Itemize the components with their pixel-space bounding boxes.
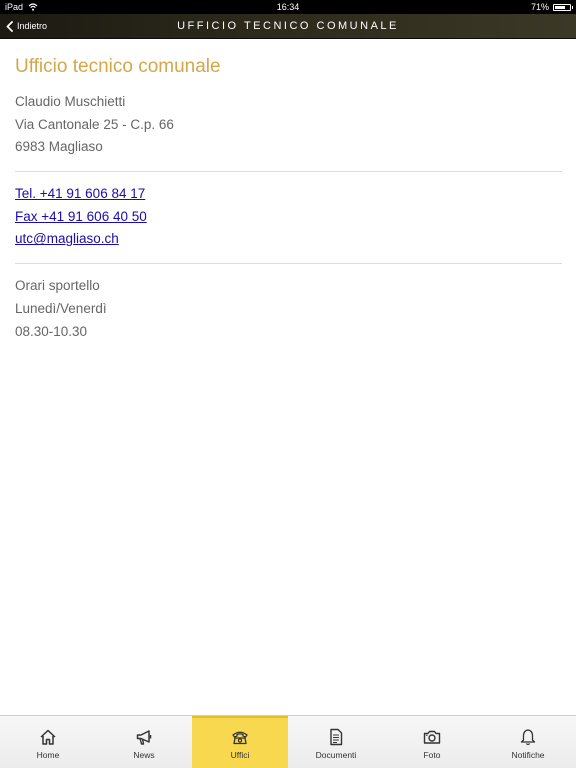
- hours-days: Lunedì/Venerdì: [15, 300, 107, 316]
- tab-label: Documenti: [315, 750, 357, 760]
- address-section: Claudio Muschietti Via Cantonale 25 - C.…: [15, 91, 562, 159]
- tab-home[interactable]: Home: [0, 716, 96, 768]
- contacts-section: Tel. +41 91 606 84 17 Fax +41 91 606 40 …: [15, 183, 562, 251]
- status-time: 16:34: [276, 2, 300, 12]
- battery-fill: [555, 5, 565, 9]
- navigation-bar: Indietro UFFICIO TECNICO COMUNALE: [0, 14, 576, 39]
- tab-foto[interactable]: Foto: [384, 716, 480, 768]
- tab-label: Notifiche: [511, 750, 545, 760]
- email-link[interactable]: utc@magliaso.ch: [15, 231, 119, 246]
- office-title: Ufficio tecnico comunale: [15, 56, 221, 77]
- tab-uffici[interactable]: Uffici: [192, 716, 288, 768]
- divider: [15, 171, 562, 173]
- battery-percent: 71%: [530, 2, 549, 12]
- tab-bar: Home News Uffici Documenti Foto Notifich…: [0, 715, 576, 768]
- megaphone-icon: [134, 727, 154, 747]
- tab-label: News: [133, 750, 155, 760]
- document-icon: [326, 727, 346, 747]
- divider: [15, 263, 562, 265]
- telephone-icon: [230, 727, 250, 747]
- postal-city: 6983 Magliaso: [15, 139, 103, 155]
- tab-news[interactable]: News: [96, 716, 192, 768]
- street-address: Via Cantonale 25 - C.p. 66: [15, 116, 174, 132]
- hours-heading: Orari sportello: [15, 278, 100, 294]
- fax-link[interactable]: Fax +41 91 606 40 50: [15, 209, 147, 224]
- bell-icon: [518, 727, 538, 747]
- battery-icon: [553, 3, 573, 11]
- office-details: Ufficio tecnico comunale Claudio Muschie…: [15, 38, 562, 343]
- status-right: 71%: [530, 0, 573, 14]
- tab-notifiche[interactable]: Notifiche: [480, 716, 576, 768]
- hours-time: 08.30-10.30: [15, 323, 88, 339]
- contact-person: Claudio Muschietti: [15, 94, 126, 109]
- tab-label: Uffici: [230, 750, 250, 760]
- page-title-bar: UFFICIO TECNICO COMUNALE: [177, 20, 399, 32]
- tab-documenti[interactable]: Documenti: [288, 716, 384, 768]
- home-icon: [38, 727, 58, 747]
- camera-icon: [422, 727, 442, 747]
- phone-link[interactable]: Tel. +41 91 606 84 17: [15, 186, 145, 201]
- status-bar: iPad 16:34 71%: [0, 0, 576, 14]
- hours-section: Orari sportello Lunedì/Venerdì 08.30-10.…: [15, 275, 562, 343]
- tab-label: Foto: [423, 750, 441, 760]
- tab-label: Home: [36, 750, 60, 760]
